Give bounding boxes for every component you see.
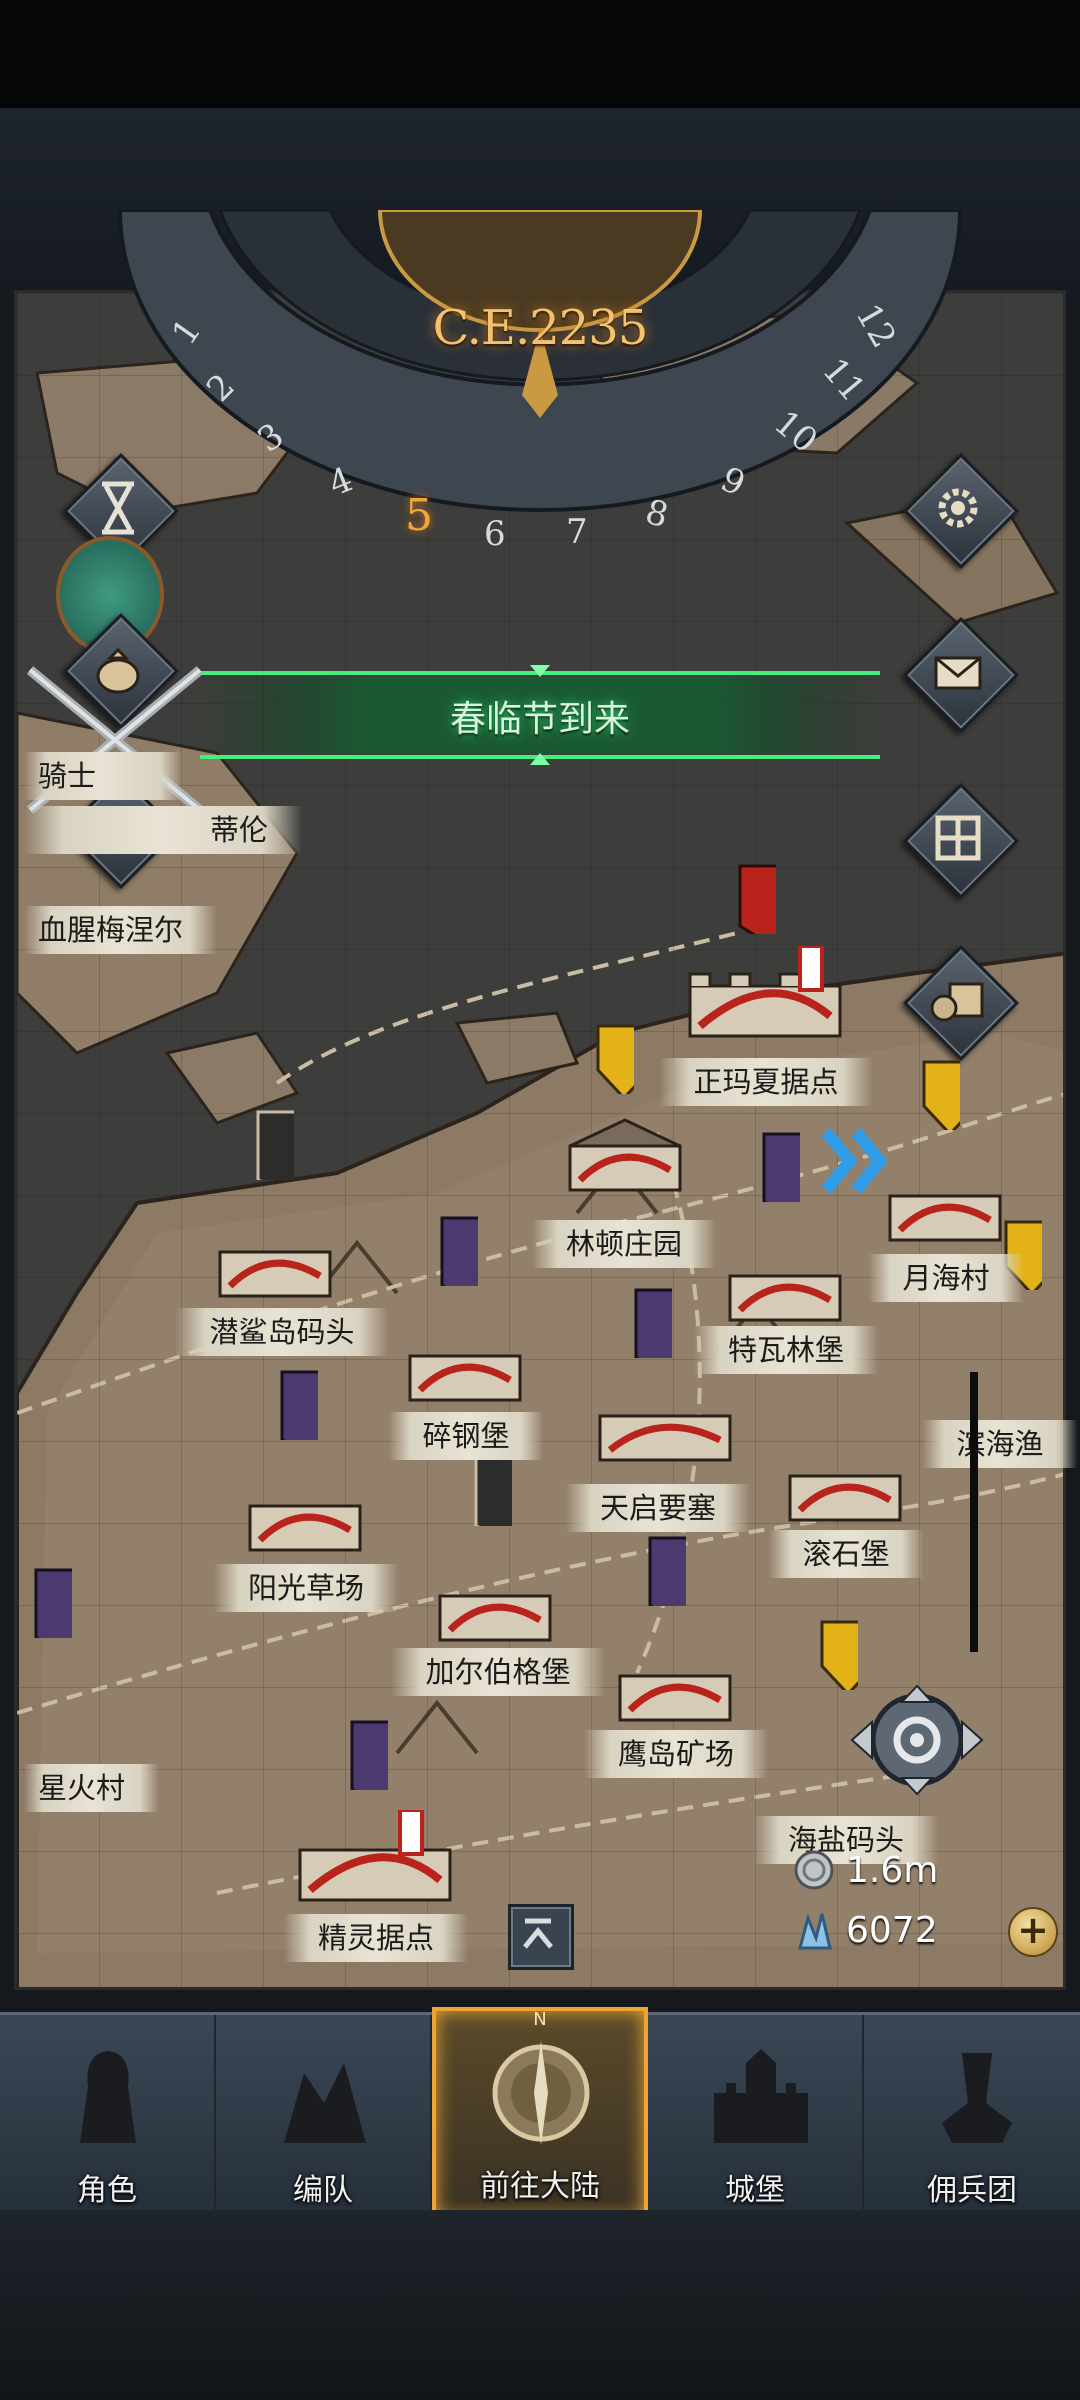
crystal-resource: 6072 bbox=[792, 1908, 938, 1952]
crystal-icon bbox=[798, 1913, 832, 1950]
tab-continent-label: 前往大陆 bbox=[480, 2169, 600, 2204]
location-zhengmaxia[interactable]: 正玛夏据点 bbox=[659, 1058, 873, 1106]
elf-outpost-icon[interactable] bbox=[290, 1810, 460, 1910]
tab-character[interactable]: 角色 bbox=[0, 2015, 216, 2213]
tab-mercenary-label: 佣兵团 bbox=[927, 2173, 1017, 2208]
enemy-banner-icon-6[interactable] bbox=[34, 1568, 72, 1638]
enemy-banner-icon-4[interactable] bbox=[280, 1370, 318, 1440]
map-label-knight[interactable]: 骑士 bbox=[24, 752, 182, 800]
tab-continent[interactable]: N 前往大陆 bbox=[432, 2007, 648, 2221]
location-elf-outpost[interactable]: 精灵据点 bbox=[283, 1914, 469, 1962]
crystal-amount: 6072 bbox=[846, 1909, 938, 1951]
locate-compass-button[interactable] bbox=[832, 1680, 1002, 1800]
silver-coin-icon bbox=[794, 1850, 834, 1890]
location-shark-isle-dock[interactable]: 潜鲨岛码头 bbox=[175, 1308, 389, 1356]
gold-shield-icon-2[interactable] bbox=[922, 1060, 960, 1130]
tab-castle-label: 城堡 bbox=[725, 2173, 785, 2208]
tab-formation-label: 编队 bbox=[293, 2173, 353, 2208]
red-flag-icon[interactable] bbox=[738, 864, 776, 934]
tab-mercenary[interactable]: 佣兵团 bbox=[864, 2015, 1080, 2213]
event-title: 春临节到来 bbox=[449, 699, 631, 740]
year-display: C.E.2235 bbox=[432, 300, 649, 356]
manor-icon[interactable] bbox=[560, 1110, 690, 1200]
settings-button[interactable] bbox=[903, 453, 1019, 569]
map-scrollbar[interactable] bbox=[970, 1372, 978, 1652]
silver-resource: 1.6m bbox=[792, 1848, 938, 1892]
bottom-navigation: 角色 编队 N 前往大陆 城堡 佣兵团 bbox=[0, 2007, 1080, 2221]
location-coast-fishery[interactable]: 滨海渔 bbox=[922, 1420, 1078, 1468]
compass-icon bbox=[492, 2041, 590, 2145]
galberg-keep-icon[interactable] bbox=[430, 1560, 560, 1650]
tab-castle[interactable]: 城堡 bbox=[648, 2015, 864, 2213]
grid-icon bbox=[935, 815, 981, 861]
rolling-stone-keep-icon[interactable] bbox=[780, 1440, 910, 1530]
location-rolling-stone-keep[interactable]: 滚石堡 bbox=[768, 1530, 924, 1578]
fortress-apocalypse-icon[interactable] bbox=[590, 1380, 740, 1470]
location-moonsea-village[interactable]: 月海村 bbox=[868, 1254, 1024, 1302]
location-shattered-steel-keep[interactable]: 碎钢堡 bbox=[388, 1412, 544, 1460]
grid-menu-button[interactable] bbox=[903, 783, 1019, 899]
gold-shield-icon[interactable] bbox=[596, 1024, 634, 1094]
enemy-banner-icon-3[interactable] bbox=[634, 1288, 672, 1358]
silver-amount: 1.6m bbox=[846, 1849, 939, 1891]
keep-icon[interactable] bbox=[720, 1240, 850, 1330]
supplies-button[interactable] bbox=[903, 945, 1019, 1061]
envelope-icon bbox=[934, 656, 982, 690]
crate-icon bbox=[930, 982, 984, 1022]
enemy-banner-icon[interactable] bbox=[762, 1132, 800, 1202]
month-7[interactable]: 7 bbox=[566, 512, 588, 552]
location-apocalypse-fortress[interactable]: 天启要塞 bbox=[565, 1484, 751, 1532]
location-twalin-keep[interactable]: 特瓦林堡 bbox=[693, 1326, 879, 1374]
treasure-banner-icon-2[interactable] bbox=[474, 1456, 512, 1526]
mercenary-icon bbox=[942, 2053, 1012, 2143]
meadow-icon[interactable] bbox=[240, 1470, 370, 1560]
enemy-banner-icon-5[interactable] bbox=[648, 1536, 686, 1606]
fortress-icon[interactable] bbox=[680, 946, 850, 1046]
location-sunshine-meadow[interactable]: 阳光草场 bbox=[213, 1564, 399, 1612]
harbor-icon[interactable] bbox=[210, 1216, 340, 1306]
map-label-blood-menel[interactable]: 血腥梅涅尔 bbox=[24, 906, 218, 954]
castle-icon bbox=[714, 2049, 808, 2143]
treasure-banner-icon[interactable] bbox=[256, 1110, 294, 1180]
collapse-arrow-icon bbox=[523, 1918, 553, 1949]
formation-icon bbox=[284, 2063, 366, 2143]
location-linton-manor[interactable]: 林顿庄园 bbox=[531, 1220, 717, 1268]
compass-north-label: N bbox=[533, 2009, 547, 2030]
map-label-lun[interactable]: 蒂伦 bbox=[24, 806, 302, 854]
mail-button[interactable] bbox=[903, 617, 1019, 733]
tab-character-label: 角色 bbox=[77, 2173, 137, 2208]
location-eagle-isle-mine[interactable]: 鹰岛矿场 bbox=[583, 1730, 769, 1778]
add-crystal-button[interactable]: + bbox=[1008, 1907, 1058, 1957]
month-5-current[interactable]: 5 bbox=[405, 490, 433, 541]
enemy-banner-icon-2[interactable] bbox=[440, 1216, 478, 1286]
route-arrow-icon[interactable] bbox=[820, 1126, 900, 1196]
steel-fort-icon[interactable] bbox=[400, 1320, 530, 1410]
enemy-banner-icon-7[interactable] bbox=[350, 1720, 388, 1790]
tab-formation[interactable]: 编队 bbox=[216, 2015, 432, 2213]
collapse-panel-button[interactable] bbox=[508, 1904, 574, 1970]
mine-icon[interactable] bbox=[610, 1640, 740, 1730]
status-bar bbox=[0, 0, 1080, 108]
location-starfire-village[interactable]: 星火村 bbox=[24, 1764, 160, 1812]
hourglass-icon bbox=[102, 481, 134, 535]
month-6[interactable]: 6 bbox=[484, 514, 506, 554]
gear-icon bbox=[938, 488, 978, 528]
footer-band bbox=[0, 2210, 1080, 2400]
location-galberg-keep[interactable]: 加尔伯格堡 bbox=[391, 1648, 605, 1696]
knight-icon bbox=[80, 2051, 136, 2143]
